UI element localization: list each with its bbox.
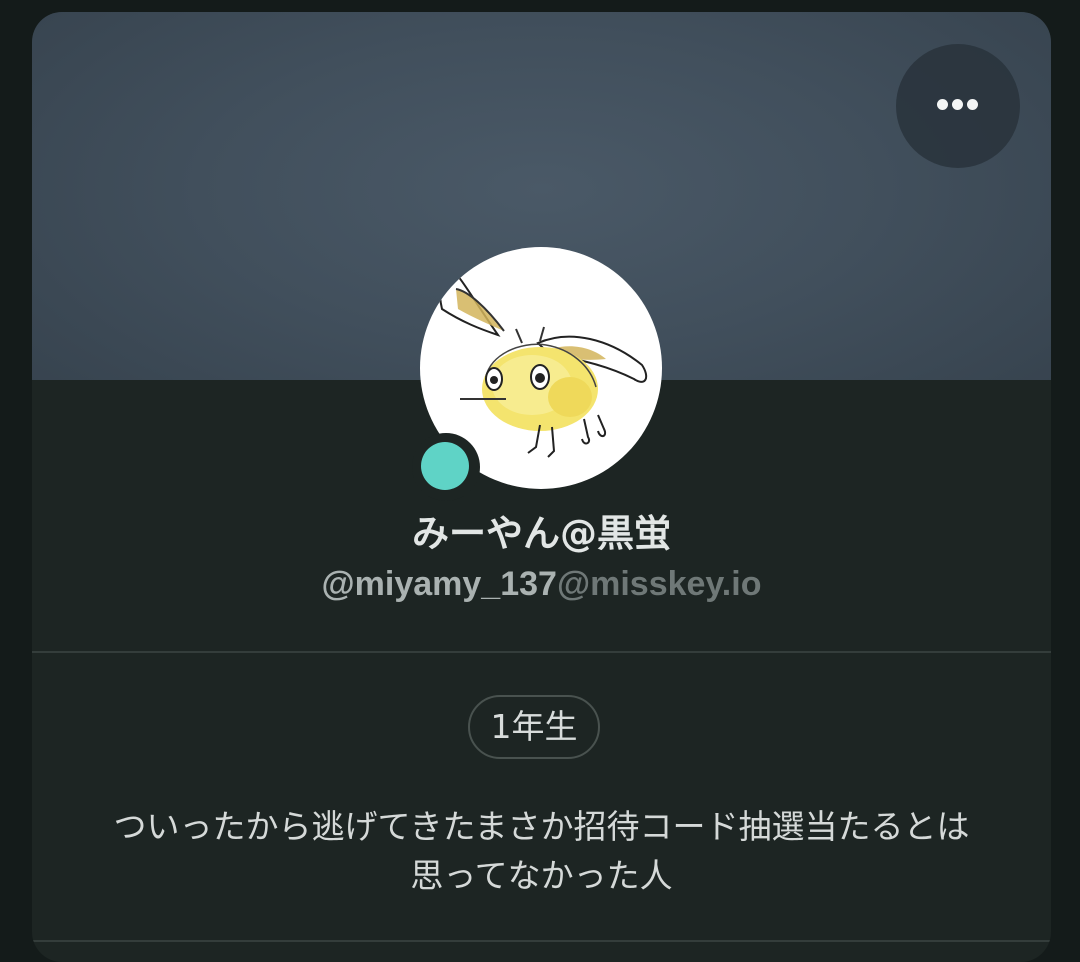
online-status-indicator (421, 442, 469, 490)
account-handle: @miyamy_137@misskey.io (32, 561, 1051, 607)
username: @miyamy_137 (321, 565, 557, 603)
section-divider (32, 651, 1051, 653)
profile-card: みーやん@黒蛍 @miyamy_137@misskey.io 1年生 ついったか… (32, 12, 1051, 962)
bio-line: ついったから逃げてきたまさか招待コード抽選当たるとは (113, 807, 970, 846)
more-options-button[interactable] (896, 44, 1020, 168)
section-divider (32, 940, 1051, 942)
bio-line: 思ってなかった人 (410, 856, 673, 895)
display-name: みーやん@黒蛍 (412, 512, 671, 555)
more-horizontal-icon-dot (952, 99, 963, 110)
more-horizontal-icon-dot (967, 99, 978, 110)
profile-bio: ついったから逃げてきたまさか招待コード抽選当たるとは 思ってなかった人 (72, 802, 1011, 900)
instance-host: @misskey.io (556, 565, 762, 603)
more-horizontal-icon (937, 99, 948, 110)
role-badge[interactable]: 1年生 (468, 695, 600, 759)
